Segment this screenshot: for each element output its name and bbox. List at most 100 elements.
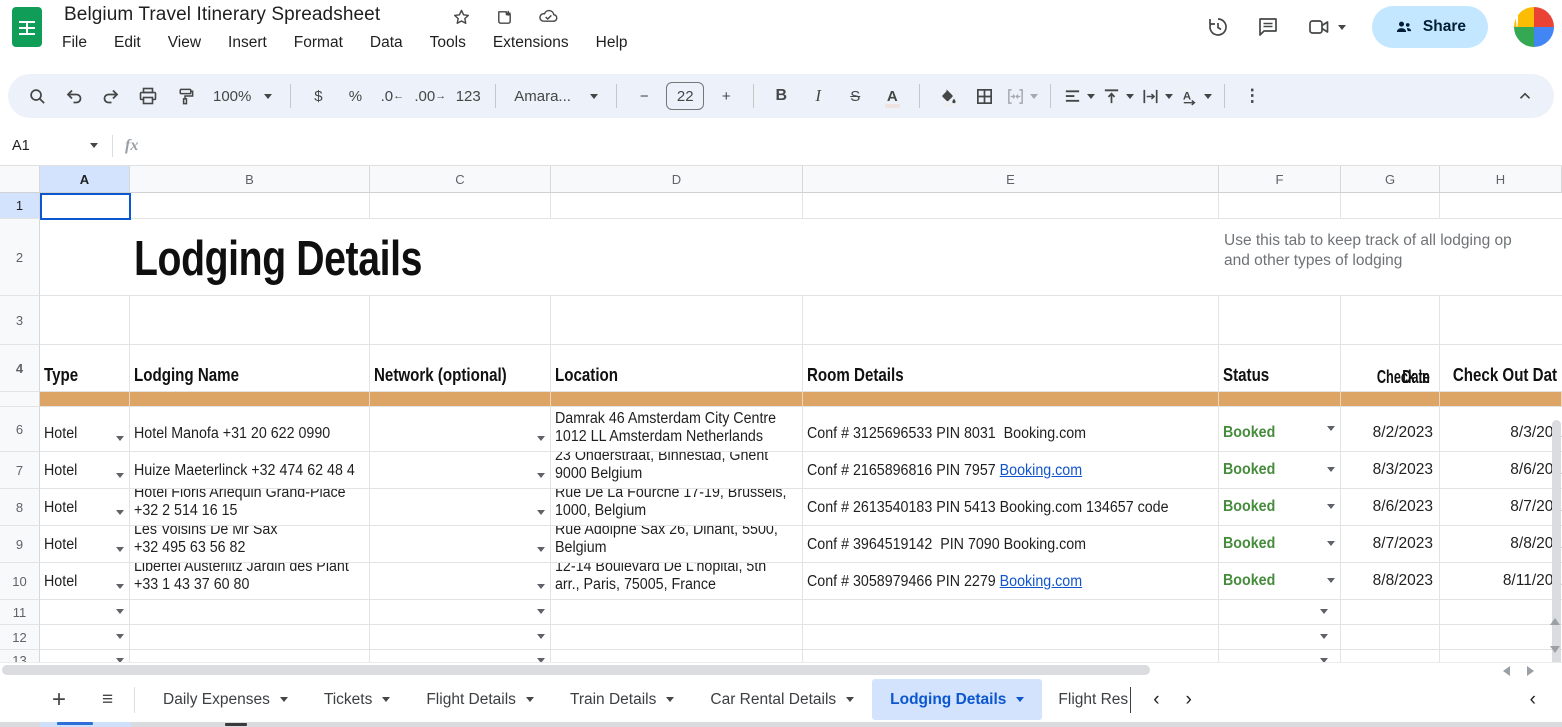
row-header-2[interactable]: 2	[0, 219, 40, 296]
row-header-6[interactable]: 6	[0, 407, 40, 452]
menu-edit[interactable]: Edit	[114, 34, 141, 52]
location-cell[interactable]: Rue Adolphe Sax 26, Dinant, 5500,Belgium	[551, 526, 803, 563]
tab-tickets[interactable]: Tickets	[306, 679, 409, 720]
account-avatar[interactable]	[1514, 7, 1554, 47]
fill-color-button[interactable]	[932, 81, 962, 111]
menu-view[interactable]: View	[168, 34, 201, 52]
type-cell[interactable]	[40, 625, 130, 650]
tab-lodging-details[interactable]: Lodging Details	[872, 679, 1042, 720]
type-cell[interactable]: Hotel	[40, 452, 130, 489]
font-size-input[interactable]: 22	[666, 82, 704, 110]
bold-button[interactable]: B	[766, 81, 796, 111]
horizontal-scrollbar[interactable]	[2, 665, 1150, 675]
row-header-12[interactable]: 12	[0, 625, 40, 650]
location-cell[interactable]: 12-14 Boulevard De L'hopital, 5tharr., P…	[551, 563, 803, 600]
menu-data[interactable]: Data	[370, 34, 403, 52]
cell-H3[interactable]	[1440, 296, 1562, 345]
search-menus-button[interactable]	[22, 81, 52, 111]
format-percent-button[interactable]: %	[340, 81, 370, 111]
check-out-cell[interactable]: 8/3/202	[1440, 407, 1562, 452]
cell-F3[interactable]	[1219, 296, 1341, 345]
column-header-g[interactable]: G	[1341, 166, 1440, 193]
tab-scroll-left[interactable]: ‹	[1153, 689, 1159, 711]
increase-font-size-button[interactable]: +	[711, 81, 741, 111]
comments-icon[interactable]	[1256, 15, 1280, 39]
header-check-in[interactable]: Check inDate	[1341, 345, 1440, 392]
tab-flight-res-partial[interactable]: Flight Res	[1058, 691, 1128, 709]
cell-E1[interactable]	[803, 193, 1219, 219]
menu-tools[interactable]: Tools	[430, 34, 466, 52]
row-header-hidden[interactable]	[0, 392, 40, 407]
dropdown-caret-icon[interactable]	[1320, 634, 1328, 639]
dropdown-caret-icon[interactable]	[116, 609, 124, 614]
room-details-cell[interactable]: Conf # 3125696533 PIN 8031 Booking.com	[803, 407, 1219, 452]
dropdown-caret-icon[interactable]	[537, 609, 545, 614]
more-formats-button[interactable]: 123	[453, 81, 483, 111]
cell-A1[interactable]	[40, 193, 130, 219]
dropdown-caret-icon[interactable]	[537, 436, 545, 441]
dropdown-caret-icon[interactable]	[1327, 578, 1335, 583]
dropdown-caret-icon[interactable]	[1327, 541, 1335, 546]
document-title[interactable]: Belgium Travel Itinerary Spreadsheet	[64, 4, 380, 26]
italic-button[interactable]: I	[803, 81, 833, 111]
dropdown-caret-icon[interactable]	[1320, 609, 1328, 614]
column-header-b[interactable]: B	[130, 166, 370, 193]
cell-G1[interactable]	[1341, 193, 1440, 219]
cell-E11[interactable]	[803, 600, 1219, 625]
check-in-cell[interactable]: 8/2/2023	[1341, 407, 1440, 452]
status-cell[interactable]	[1219, 625, 1341, 650]
room-details-cell[interactable]: Conf # 3964519142 PIN 7090 Booking.com	[803, 526, 1219, 563]
hide-menus-button[interactable]	[1510, 81, 1540, 111]
vertical-align-button[interactable]	[1102, 81, 1134, 111]
cloud-saved-icon[interactable]	[538, 8, 557, 27]
add-sheet-button[interactable]: +	[44, 685, 74, 715]
dropdown-caret-icon[interactable]	[116, 436, 124, 441]
cell-E12[interactable]	[803, 625, 1219, 650]
cell-F1[interactable]	[1219, 193, 1341, 219]
cell-H11[interactable]	[1440, 600, 1562, 625]
dropdown-caret-icon[interactable]	[537, 510, 545, 515]
location-cell[interactable]: Damrak 46 Amsterdam City Centre1012 LL A…	[551, 407, 803, 452]
booking-link[interactable]: Booking.com	[1000, 573, 1082, 590]
borders-button[interactable]	[969, 81, 999, 111]
network-cell[interactable]	[370, 625, 551, 650]
column-header-c[interactable]: C	[370, 166, 551, 193]
cell-D3[interactable]	[551, 296, 803, 345]
scroll-up-arrow[interactable]	[1550, 618, 1560, 625]
status-cell[interactable]: Booked	[1219, 526, 1341, 563]
scroll-left-arrow[interactable]	[1503, 666, 1510, 676]
row-header-9[interactable]: 9	[0, 526, 40, 563]
check-out-cell[interactable]: 8/8/202	[1440, 526, 1562, 563]
row-header-7[interactable]: 7	[0, 452, 40, 489]
tab-daily-expenses[interactable]: Daily Expenses	[145, 679, 306, 720]
menu-extensions[interactable]: Extensions	[493, 34, 569, 52]
redo-button[interactable]	[96, 81, 126, 111]
type-cell[interactable]	[40, 600, 130, 625]
cell-G11[interactable]	[1341, 600, 1440, 625]
zoom-control[interactable]: 100%	[207, 88, 278, 105]
location-cell[interactable]: 23 Onderstraat, Binnestad, Ghent9000 Bel…	[551, 452, 803, 489]
dropdown-caret-icon[interactable]	[1327, 426, 1335, 431]
menu-file[interactable]: File	[62, 34, 87, 52]
title-row-area[interactable]: Lodging Details Use this tab to keep tra…	[40, 219, 1562, 296]
column-header-a[interactable]: A	[40, 166, 130, 193]
row-header-3[interactable]: 3	[0, 296, 40, 345]
cell-C1[interactable]	[370, 193, 551, 219]
meet-call-control[interactable]	[1306, 15, 1346, 39]
text-rotation-button[interactable]: A	[1180, 81, 1212, 111]
cell-E3[interactable]	[803, 296, 1219, 345]
column-header-d[interactable]: D	[551, 166, 803, 193]
cell-B12[interactable]	[130, 625, 370, 650]
cell-H1[interactable]	[1440, 193, 1562, 219]
menu-format[interactable]: Format	[294, 34, 343, 52]
scroll-down-arrow[interactable]	[1550, 646, 1560, 653]
row-header-4[interactable]: 4	[0, 345, 40, 392]
dropdown-caret-icon[interactable]	[537, 547, 545, 552]
select-all-corner[interactable]	[0, 166, 40, 193]
format-currency-button[interactable]: $	[303, 81, 333, 111]
text-color-button[interactable]: A	[877, 81, 907, 111]
cell-G3[interactable]	[1341, 296, 1440, 345]
type-cell[interactable]: Hotel	[40, 407, 130, 452]
dropdown-caret-icon[interactable]	[116, 634, 124, 639]
print-button[interactable]	[133, 81, 163, 111]
